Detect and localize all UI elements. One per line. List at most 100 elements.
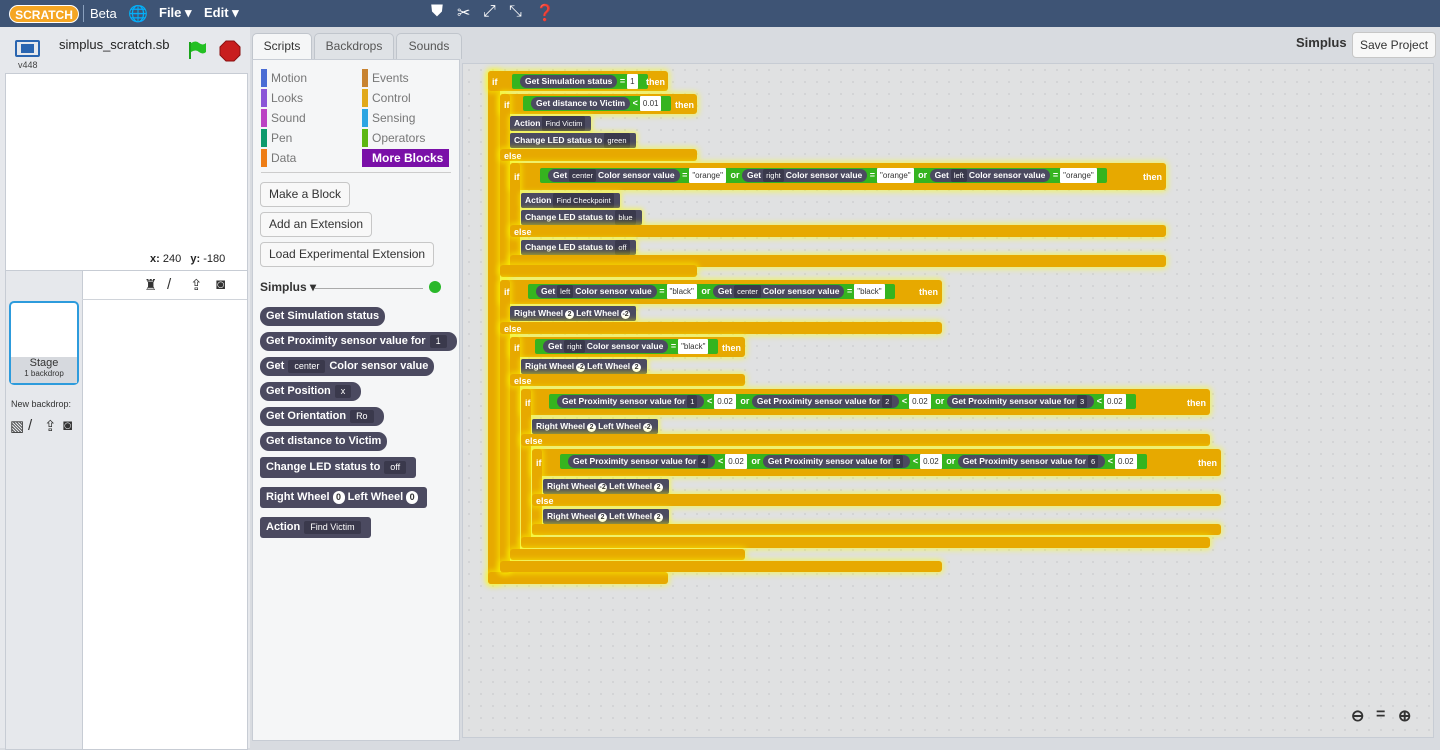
- extension-status-icon: [429, 281, 441, 293]
- zoom-reset-icon[interactable]: =: [1376, 706, 1385, 724]
- project-title[interactable]: simplus_scratch.sb: [59, 37, 170, 52]
- else-bar: [521, 434, 1210, 446]
- cmd-action-find-victim[interactable]: Action Find Victim: [510, 116, 592, 131]
- block-get-proximity[interactable]: Get Proximity sensor value for 1: [260, 332, 457, 351]
- if-foot: [532, 524, 1221, 535]
- load-experimental-extension-button[interactable]: Load Experimental Extension: [260, 242, 435, 267]
- else-bar: [500, 149, 697, 161]
- block-get-position[interactable]: Get Position x: [260, 382, 362, 401]
- block-palette: Motion Looks Sound Pen Data Events Contr…: [252, 59, 460, 741]
- else-bar: [532, 494, 1221, 506]
- camera-sprite-icon[interactable]: ◙: [216, 276, 225, 293]
- upload-sprite-icon[interactable]: ⇪: [190, 276, 203, 294]
- if-keyword: if: [492, 77, 498, 87]
- zoom-in-icon[interactable]: ⊕: [1398, 706, 1411, 726]
- file-menu[interactable]: File ▾: [159, 5, 192, 21]
- beta-label: Beta: [90, 6, 117, 21]
- category-control[interactable]: Control: [362, 89, 411, 107]
- tab-backdrops[interactable]: Backdrops: [314, 33, 394, 59]
- block-get-color-sensor[interactable]: Get center Color sensor value: [260, 357, 435, 376]
- cmd-wheels-1[interactable]: Right Wheel 2 Left Wheel -2: [510, 306, 637, 321]
- block-set-wheels[interactable]: Right Wheel 0 Left Wheel 0: [260, 487, 428, 508]
- cut-scissors-icon[interactable]: ✂: [457, 3, 470, 23]
- block-get-orientation[interactable]: Get Orientation Ro: [260, 407, 384, 426]
- category-sensing[interactable]: Sensing: [362, 109, 415, 127]
- menu-separator: [83, 5, 84, 22]
- else-keyword: else: [504, 151, 522, 161]
- edit-menu[interactable]: Edit ▾: [204, 5, 239, 21]
- stage-thumb-label: Stage 1 backdrop: [11, 357, 77, 383]
- if-black-right-spine: [510, 337, 520, 559]
- language-globe-icon[interactable]: 🌐: [128, 4, 148, 24]
- sprite-library-icon[interactable]: ♜: [144, 276, 157, 294]
- cmd-action-find-checkpoint[interactable]: Action Find Checkpoint: [521, 193, 620, 208]
- cmd-wheels-3[interactable]: Right Wheel 2 Left Wheel -2: [532, 419, 659, 434]
- extension-menu[interactable]: Simplus ▾: [260, 280, 316, 294]
- make-a-block-button[interactable]: Make a Block: [260, 182, 351, 207]
- new-backdrop-label: New backdrop:: [11, 399, 72, 409]
- shrink-icon[interactable]: ⤡: [509, 3, 522, 21]
- stage-thumbnail[interactable]: Stage 1 backdrop: [9, 301, 79, 385]
- else-bar: [510, 374, 745, 386]
- zoom-out-icon[interactable]: ⊖: [1351, 706, 1364, 726]
- block-action[interactable]: Action Find Victim: [260, 517, 371, 538]
- category-looks[interactable]: Looks: [261, 89, 303, 107]
- upload-icon[interactable]: ⇪: [44, 417, 57, 435]
- backdrop-count: 1 backdrop: [24, 369, 64, 378]
- category-more-blocks[interactable]: More Blocks: [362, 149, 450, 167]
- stop-icon[interactable]: [219, 40, 241, 62]
- then-keyword: then: [722, 343, 741, 353]
- grow-icon[interactable]: ⤢: [483, 3, 496, 21]
- save-project-button[interactable]: Save Project: [1352, 32, 1437, 58]
- stage-name: Stage: [29, 357, 59, 369]
- tab-scripts[interactable]: Scripts: [252, 33, 312, 60]
- duplicate-stamp-icon[interactable]: ⛊: [431, 3, 443, 21]
- block-get-simulation-status[interactable]: Get Simulation status: [260, 307, 386, 326]
- if-foot: [500, 265, 697, 277]
- category-events[interactable]: Events: [362, 69, 409, 87]
- cond-black-right[interactable]: Get right Color sensor value = "black": [535, 339, 719, 354]
- cond-black-left-center[interactable]: Get left Color sensor value = "black" or Ge…: [528, 284, 895, 299]
- add-extension-button[interactable]: Add an Extension: [260, 212, 373, 237]
- category-motion[interactable]: Motion: [261, 69, 307, 87]
- outer-if-spine: [488, 71, 500, 584]
- cond-distance-victim[interactable]: Get distance to Victim <0.01: [523, 96, 672, 111]
- category-operators[interactable]: Operators: [362, 129, 425, 147]
- cmd-led-off[interactable]: Change LED status to off: [521, 240, 636, 255]
- green-flag-icon[interactable]: [187, 40, 207, 60]
- then-keyword: then: [675, 100, 694, 110]
- if-keyword: if: [504, 100, 510, 110]
- cond-simulation-status[interactable]: Get Simulation status = 1: [512, 74, 648, 89]
- sprite-toolbar-divider: [82, 299, 247, 300]
- cond-proximity-1-3[interactable]: Get Proximity sensor value for 1 <0.02 or…: [549, 394, 1136, 409]
- else-keyword: else: [525, 436, 543, 446]
- block-get-distance-victim[interactable]: Get distance to Victim: [260, 432, 388, 451]
- cmd-wheels-5[interactable]: Right Wheel 2 Left Wheel 2: [543, 509, 670, 524]
- block-change-led[interactable]: Change LED status to off: [260, 457, 417, 478]
- help-icon[interactable]: ❓: [535, 3, 555, 23]
- category-data[interactable]: Data: [261, 149, 296, 167]
- camera-icon[interactable]: ◙: [63, 417, 72, 434]
- if-foot: [510, 549, 745, 560]
- then-keyword: then: [1143, 172, 1162, 182]
- paint-sprite-icon[interactable]: /: [167, 276, 171, 293]
- cmd-wheels-2[interactable]: Right Wheel -2 Left Wheel 2: [521, 359, 648, 374]
- paint-backdrop-icon[interactable]: ▧: [10, 417, 24, 435]
- cmd-led-green[interactable]: Change LED status to green: [510, 133, 636, 148]
- category-pen[interactable]: Pen: [261, 129, 292, 147]
- tab-sounds[interactable]: Sounds: [396, 33, 462, 59]
- if-keyword: if: [536, 458, 542, 468]
- mouse-coordinates: x: 240 y: -180: [150, 253, 226, 265]
- else-keyword: else: [514, 376, 532, 386]
- category-sound[interactable]: Sound: [261, 109, 306, 127]
- scratch-logo[interactable]: SCRATCH: [9, 5, 79, 23]
- if-keyword: if: [504, 287, 510, 297]
- cmd-wheels-4[interactable]: Right Wheel -2 Left Wheel 2: [543, 479, 670, 494]
- if-foot: [521, 537, 1210, 548]
- brush-icon[interactable]: /: [28, 417, 32, 434]
- cond-color-orange[interactable]: Get center Color sensor value = "orange" or…: [540, 168, 1107, 183]
- menu-bar: SCRATCH Beta 🌐 File ▾ Edit ▾ ⛊ ✂ ⤢ ⤡ ❓: [0, 0, 1440, 27]
- cond-proximity-4-6[interactable]: Get Proximity sensor value for 4 <0.02 or…: [560, 454, 1147, 469]
- cmd-led-blue[interactable]: Change LED status to blue: [521, 210, 642, 225]
- extension-divider: [315, 288, 423, 289]
